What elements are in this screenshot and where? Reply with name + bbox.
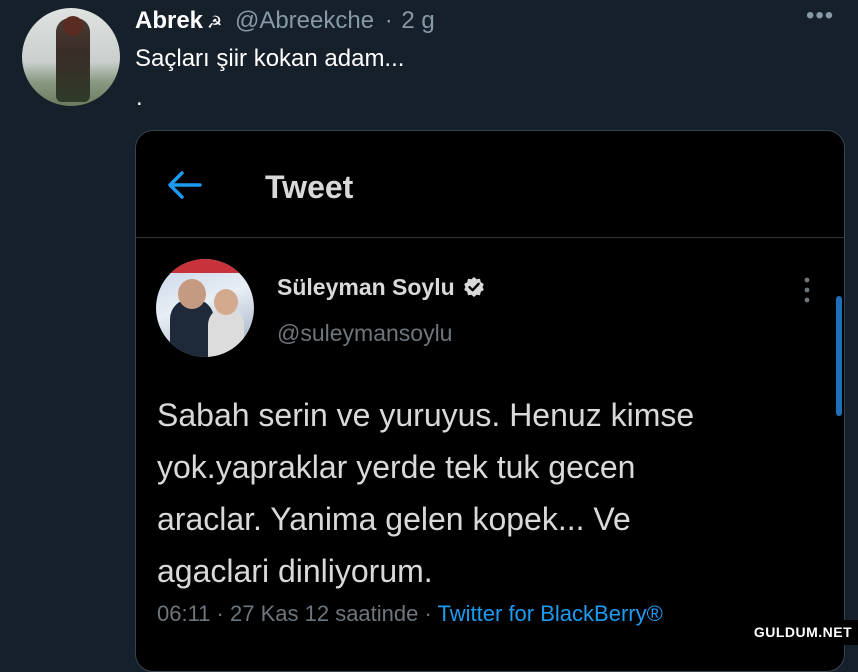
- meta-separator: ·: [216, 601, 224, 626]
- author-avatar[interactable]: [22, 8, 120, 106]
- embedded-author-avatar: [156, 259, 254, 357]
- more-horizontal-icon[interactable]: •••: [806, 2, 834, 30]
- avatar-figure-head: [63, 16, 83, 36]
- author-handle[interactable]: @Abreekche: [235, 7, 374, 34]
- meta-separator: ·: [424, 601, 432, 626]
- hammer-sickle-icon: ☭: [207, 13, 223, 32]
- embedded-author-handle: @suleymansoylu: [277, 320, 453, 346]
- embedded-tweet-source: Twitter for BlackBerry®: [437, 601, 663, 626]
- embedded-tweet-line: Sabah serin ve yuruyus. Henuz kimse: [157, 397, 695, 433]
- embedded-tweet-time: 06:11: [157, 601, 211, 626]
- embedded-header: Tweet: [136, 131, 844, 238]
- embedded-tweet-text: Sabah serin ve yuruyus. Henuz kimse yok.…: [157, 389, 827, 597]
- embedded-tweet-line: araclar. Yanima gelen kopek... Ve: [157, 501, 631, 537]
- embedded-tweet-meta: 06:11 · 27 Kas 12 saatinde · Twitter for…: [157, 601, 663, 627]
- embedded-tweet-line: agaclari dinliyorum.: [157, 553, 433, 589]
- embedded-author-name-line: Süleyman Soylu: [277, 274, 485, 301]
- embedded-tweet-date: 27 Kas 12 saatinde: [230, 601, 419, 626]
- tweet-text: Saçları şiir kokan adam...: [135, 45, 405, 72]
- more-vertical-icon: [804, 277, 810, 303]
- verified-badge-icon: [463, 277, 484, 297]
- embedded-author-name: Süleyman Soylu: [277, 274, 455, 300]
- tweet-time[interactable]: 2 g: [401, 7, 434, 34]
- embedded-tweet-line: yok.yapraklar yerde tek tuk gecen: [157, 449, 636, 485]
- tweet-author-line: Abrek ☭ @Abreekche · 2 g: [135, 6, 435, 38]
- author-name[interactable]: Abrek: [135, 7, 203, 34]
- arrow-left-icon: [168, 171, 202, 199]
- avatar-backdrop-band: [156, 259, 254, 273]
- meta-separator: ·: [384, 7, 393, 34]
- avatar-person-adult-head: [178, 279, 206, 309]
- embedded-scrollbar: [836, 296, 842, 416]
- embedded-header-title: Tweet: [265, 169, 354, 205]
- watermark: GULDUM.NET: [748, 620, 858, 645]
- tweet-trailing-dot: .: [136, 84, 143, 111]
- avatar-person-child-head: [214, 289, 238, 315]
- embedded-screenshot[interactable]: Tweet Süleyman Soylu @suleymansoylu Saba…: [135, 130, 845, 672]
